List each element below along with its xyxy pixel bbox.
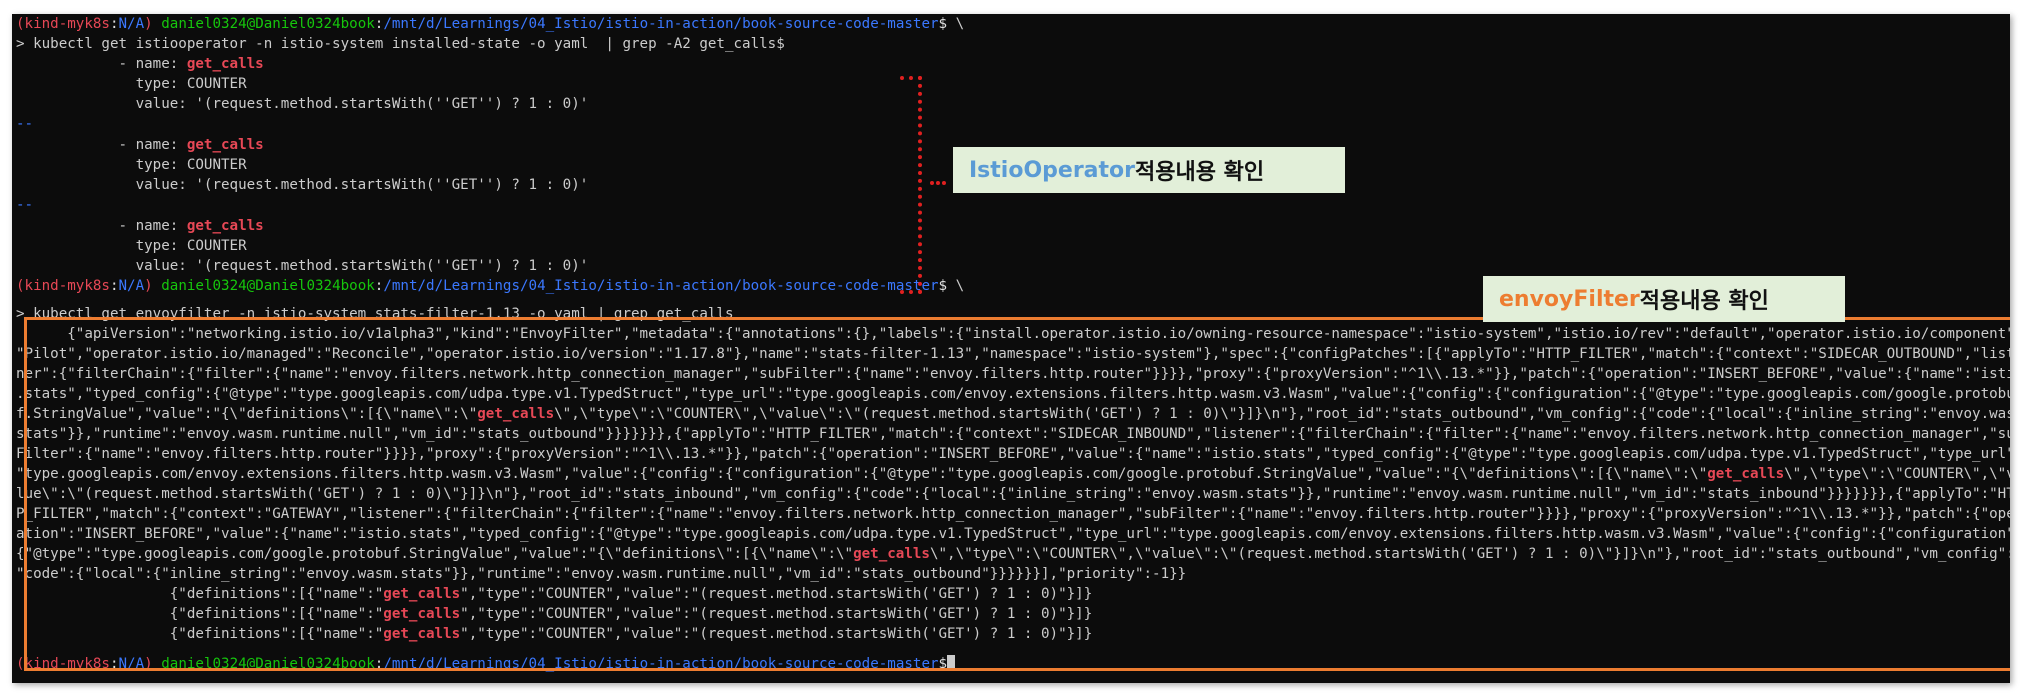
metric-name-highlight: get_calls bbox=[186, 137, 264, 153]
json-output-line: ation":"INSERT_BEFORE","value":{"name":"… bbox=[16, 526, 2010, 542]
json-output-line: Filter":{"name":"envoy.filters.http.rout… bbox=[16, 446, 2010, 462]
json-output-line: stats"}},"runtime":"envoy.wasm.runtime.n… bbox=[16, 426, 2010, 442]
grep-separator: -- bbox=[16, 197, 34, 213]
prompt-context: kind-myk8s bbox=[24, 278, 110, 294]
metric-value-line: value: '(request.method.startsWith(''GET… bbox=[16, 96, 589, 112]
annotation-text: 적용내용 확인 bbox=[1135, 160, 1265, 185]
json-fragment: f.StringValue","value":"{\"definitions\"… bbox=[16, 406, 478, 422]
prompt-sep: : bbox=[109, 16, 119, 32]
json-fragment: ","type":"COUNTER","value":"(request.met… bbox=[460, 626, 1093, 642]
prompt-context: kind-myk8s bbox=[24, 16, 110, 32]
line-continuation: \ bbox=[947, 16, 965, 32]
shell-prompt: (kind-myk8s:N/A) daniel0324@Daniel0324bo… bbox=[16, 654, 2010, 674]
json-fragment: "type.googleapis.com/envoy.extensions.fi… bbox=[16, 466, 1708, 482]
prompt-context: kind-myk8s bbox=[24, 656, 110, 672]
metric-name-highlight: get_calls bbox=[383, 586, 461, 602]
prompt-dollar: $ bbox=[938, 278, 948, 294]
definitions-line: {"definitions":[{"name":"get_calls","typ… bbox=[16, 604, 2010, 624]
prompt-paren: ) bbox=[144, 16, 153, 32]
metric-type-line: type: COUNTER bbox=[16, 238, 247, 254]
json-fragment: {"definitions":[{"name":" bbox=[16, 626, 384, 642]
metric-name-highlight: get_calls bbox=[383, 626, 461, 642]
json-output-line: {"@type":"type.googleapis.com/google.pro… bbox=[16, 544, 2010, 564]
prompt-paren: ) bbox=[144, 656, 153, 672]
annotation-text: 적용내용 확인 bbox=[1639, 289, 1769, 314]
prompt-namespace: N/A bbox=[118, 16, 145, 32]
envoy-filter-annotation: envoyFilter 적용내용 확인 bbox=[1483, 276, 1845, 322]
prompt-sep: : bbox=[109, 656, 119, 672]
definitions-line: {"definitions":[{"name":"get_calls","typ… bbox=[16, 584, 2010, 604]
prompt-user: daniel0324@Daniel0324book bbox=[161, 278, 375, 294]
text-cursor[interactable] bbox=[947, 655, 956, 671]
metric-value-line: value: '(request.method.startsWith(''GET… bbox=[16, 258, 589, 274]
annotation-keyword: IstioOperator bbox=[969, 157, 1135, 183]
metric-name-highlight: get_calls bbox=[1707, 466, 1785, 482]
prompt-paren: ) bbox=[144, 278, 153, 294]
json-output-line: "Pilot","operator.istio.io/managed":"Rec… bbox=[16, 346, 2010, 362]
grep-separator: -- bbox=[16, 116, 34, 132]
dotted-bracket bbox=[900, 76, 922, 294]
json-fragment: ","type":"COUNTER","value":"(request.met… bbox=[460, 606, 1093, 622]
command-line: > kubectl get istiooperator -n istio-sys… bbox=[16, 36, 785, 52]
prompt-paren: ( bbox=[16, 278, 25, 294]
prompt-path: /mnt/d/Learnings/04_Istio/istio-in-actio… bbox=[383, 278, 939, 294]
json-fragment: \",\"type\":\"COUNTER\",\"value\":\"(req… bbox=[554, 406, 2010, 422]
json-output-line: .stats","typed_config":{"@type":"type.go… bbox=[16, 386, 2010, 402]
yaml-key: - name: bbox=[16, 137, 187, 153]
json-fragment: {"@type":"type.googleapis.com/google.pro… bbox=[16, 546, 854, 562]
prompt-paren: ( bbox=[16, 16, 25, 32]
yaml-key: - name: bbox=[16, 218, 187, 234]
prompt-paren: ( bbox=[16, 656, 25, 672]
prompt-user: daniel0324@Daniel0324book bbox=[161, 656, 375, 672]
json-output-line: f.StringValue","value":"{\"definitions\"… bbox=[16, 404, 2010, 424]
json-fragment: \",\"type\":\"COUNTER\",\"value\":\"(req… bbox=[929, 546, 2010, 562]
prompt-sep: : bbox=[109, 278, 119, 294]
metric-name-highlight: get_calls bbox=[186, 56, 264, 72]
json-output-line: {"apiVersion":"networking.istio.io/v1alp… bbox=[16, 326, 2010, 342]
prompt-dollar: $ bbox=[938, 656, 948, 672]
line-continuation: \ bbox=[947, 278, 965, 294]
json-fragment: {"definitions":[{"name":" bbox=[16, 606, 384, 622]
metric-name-highlight: get_calls bbox=[477, 406, 555, 422]
json-fragment: ","type":"COUNTER","value":"(request.met… bbox=[460, 586, 1093, 602]
metric-name-highlight: get_calls bbox=[186, 218, 264, 234]
shell-prompt: (kind-myk8s:N/A) daniel0324@Daniel0324bo… bbox=[16, 14, 2010, 34]
metric-name-highlight: get_calls bbox=[853, 546, 930, 562]
json-fragment: {"definitions":[{"name":" bbox=[16, 586, 384, 602]
prompt-dollar: $ bbox=[938, 16, 948, 32]
prompt-namespace: N/A bbox=[118, 656, 145, 672]
prompt-path: /mnt/d/Learnings/04_Istio/istio-in-actio… bbox=[383, 656, 939, 672]
prompt-namespace: N/A bbox=[118, 278, 145, 294]
yaml-key: - name: bbox=[16, 56, 187, 72]
definitions-line: {"definitions":[{"name":"get_calls","typ… bbox=[16, 624, 2010, 644]
metric-name-line: - name: get_calls bbox=[16, 216, 2010, 236]
prompt-user: daniel0324@Daniel0324book bbox=[161, 16, 375, 32]
metric-type-line: type: COUNTER bbox=[16, 76, 247, 92]
json-output-line: "code":{"local":{"inline_string":"envoy.… bbox=[16, 566, 1187, 582]
metric-name-highlight: get_calls bbox=[383, 606, 461, 622]
bracket-pointer bbox=[930, 181, 946, 185]
json-output-line: P_FILTER","match":{"context":"GATEWAY","… bbox=[16, 506, 2010, 522]
json-output-line: lue\":\"(request.method.startsWith('GET'… bbox=[16, 486, 2010, 502]
metric-name-line: - name: get_calls bbox=[16, 54, 2010, 74]
istio-operator-annotation: IstioOperator 적용내용 확인 bbox=[953, 147, 1345, 193]
json-output-line: ner":{"filterChain":{"filter":{"name":"e… bbox=[16, 366, 2010, 382]
prompt-path: /mnt/d/Learnings/04_Istio/istio-in-actio… bbox=[383, 16, 939, 32]
terminal-window[interactable]: (kind-myk8s:N/A) daniel0324@Daniel0324bo… bbox=[12, 14, 2010, 683]
annotation-keyword: envoyFilter bbox=[1499, 286, 1640, 312]
json-fragment: \",\"type\":\"COUNTER\",\"va bbox=[1784, 466, 2010, 482]
json-output-line: "type.googleapis.com/envoy.extensions.fi… bbox=[16, 464, 2010, 484]
